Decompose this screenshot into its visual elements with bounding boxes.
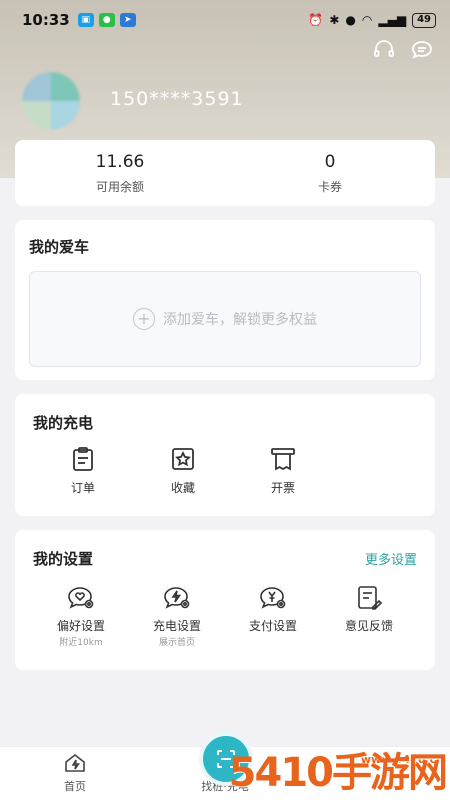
my-car-title: 我的爱车 (29, 238, 90, 256)
my-settings-title: 我的设置 (33, 550, 94, 568)
charging-settings-button[interactable]: 充电设置 展示首页 (129, 583, 225, 648)
balance-label: 可用余额 (95, 179, 144, 194)
customer-service-icon[interactable] (372, 38, 396, 62)
heart-chat-icon (68, 587, 94, 609)
app-notification-icon: ▣ (77, 13, 94, 27)
wechat-icon: ● (98, 13, 115, 27)
star-bookmark-icon (172, 448, 194, 470)
location-icon: ● (345, 13, 356, 27)
coupon-count: 0 (324, 151, 336, 172)
tab-home[interactable]: 首页 (0, 747, 150, 800)
charging-settings-label: 充电设置 (152, 619, 201, 633)
charging-settings-sub: 展示首页 (158, 638, 195, 648)
my-settings-card: 我的设置 更多设置 偏好设置 附近10km 充电设置 展示首页 支付设置 意见反… (15, 530, 435, 670)
home-bolt-icon (65, 753, 85, 772)
balance-item[interactable]: 11.66 可用余额 (15, 140, 225, 206)
yen-chat-icon (260, 587, 286, 609)
preference-settings-button[interactable]: 偏好设置 附近10km (33, 583, 129, 648)
bluetooth-icon: ✱ (329, 13, 340, 27)
signal-icon: ▂▄▆ (378, 13, 407, 27)
add-car-button[interactable]: + 添加爱车，解锁更多权益 (29, 271, 421, 367)
feedback-label: 意见反馈 (344, 619, 393, 633)
favorites-button[interactable]: 收藏 (133, 445, 233, 496)
orders-button[interactable]: 订单 (33, 445, 133, 496)
my-charging-card: 我的充电 订单 收藏 开票 (15, 394, 435, 516)
wifi-icon: ◠ (361, 13, 373, 27)
more-settings-link[interactable]: 更多设置 (365, 549, 417, 568)
add-car-text: 添加爱车，解锁更多权益 (163, 312, 317, 328)
order-clipboard-icon (73, 447, 93, 471)
invoice-button[interactable]: 开票 (233, 445, 333, 496)
header-actions (372, 38, 434, 62)
coupon-label: 卡券 (317, 179, 342, 194)
feedback-button[interactable]: 意见反馈 (321, 583, 417, 648)
status-time: 10:33 (22, 11, 70, 29)
user-phone-number[interactable]: 150****3591 (110, 88, 244, 110)
add-circle-icon: + (133, 308, 155, 330)
battery-indicator: 49 (412, 12, 436, 28)
orders-label: 订单 (70, 481, 95, 495)
favorites-label: 收藏 (170, 481, 195, 495)
my-charging-title: 我的充电 (33, 414, 94, 432)
coupon-item[interactable]: 0 卡券 (225, 140, 435, 206)
feedback-edit-icon (358, 586, 383, 610)
status-icons: ⏰ ✱ ● ◠ ▂▄▆ 49 (308, 12, 436, 28)
bolt-chat-icon (164, 587, 190, 609)
status-bar: 10:33 ▣ ● ➤ ⏰ ✱ ● ◠ ▂▄▆ 49 (0, 0, 450, 40)
payment-settings-button[interactable]: 支付设置 (225, 583, 321, 648)
watermark-logo: 5410手游网 (228, 750, 448, 796)
invoice-icon (271, 448, 295, 471)
message-icon[interactable] (410, 38, 434, 62)
balance-card: 11.66 可用余额 0 卡券 (15, 140, 435, 206)
navigation-app-icon: ➤ (119, 13, 136, 27)
my-car-card: 我的爱车 + 添加爱车，解锁更多权益 (15, 220, 435, 380)
tab-home-label: 首页 (64, 780, 86, 793)
balance-amount: 11.66 (95, 151, 145, 172)
preference-settings-label: 偏好设置 (56, 619, 105, 633)
invoice-label: 开票 (270, 481, 295, 495)
alarm-icon: ⏰ (308, 13, 324, 27)
payment-settings-label: 支付设置 (248, 619, 297, 633)
avatar[interactable] (22, 72, 80, 130)
preference-settings-sub: 附近10km (59, 638, 103, 648)
